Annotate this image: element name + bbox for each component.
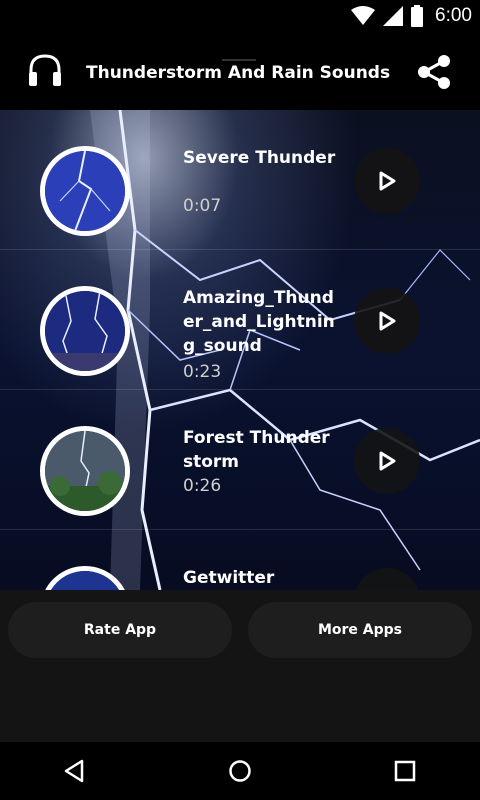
track-duration: 0:26: [183, 476, 222, 496]
home-icon[interactable]: [227, 758, 253, 784]
play-icon: [379, 451, 396, 471]
bottom-panel: Rate App More Apps: [0, 590, 480, 742]
track-thumbnail: [40, 286, 130, 376]
share-icon[interactable]: [414, 54, 454, 90]
recents-icon[interactable]: [392, 758, 418, 784]
status-icons: 6:00: [351, 4, 472, 28]
cellular-icon: [383, 6, 404, 26]
status-bar: 6:00: [0, 0, 480, 32]
play-button[interactable]: [354, 288, 420, 354]
track-list[interactable]: Severe Thunder 0:07 Amazing_Thunder_and_…: [0, 110, 480, 590]
status-time: 6:00: [435, 5, 472, 26]
drag-handle: [222, 59, 256, 61]
navigation-bar: [0, 742, 480, 800]
app-title: Thunderstorm And Rain Sounds: [86, 63, 391, 83]
play-icon: [379, 171, 396, 191]
more-apps-button[interactable]: More Apps: [248, 602, 472, 658]
battery-icon: [411, 5, 424, 27]
rate-app-button[interactable]: Rate App: [8, 602, 232, 658]
track-title: Severe Thunder: [183, 148, 336, 168]
play-button[interactable]: [354, 568, 420, 590]
list-item[interactable]: Getwitter: [0, 530, 480, 590]
list-item[interactable]: Amazing_Thunder_and_Lightning_sound 0:23: [0, 250, 480, 390]
track-thumbnail: [40, 566, 130, 590]
track-thumbnail: [40, 426, 130, 516]
app-bar: Thunderstorm And Rain Sounds: [0, 32, 480, 110]
back-icon[interactable]: [62, 758, 88, 784]
play-icon: [379, 311, 396, 331]
wifi-icon: [351, 6, 376, 25]
headphones-icon: [29, 54, 61, 86]
list-item[interactable]: Severe Thunder 0:07: [0, 110, 480, 250]
track-title: Getwitter: [183, 568, 275, 588]
track-title: Amazing_Thunder_and_Lightning_sound: [183, 288, 335, 356]
track-title: Forest Thunder storm: [183, 428, 330, 472]
list-item[interactable]: Forest Thunder storm 0:26: [0, 390, 480, 530]
play-button[interactable]: [354, 148, 420, 214]
track-thumbnail: [40, 146, 130, 236]
track-duration: 0:07: [183, 196, 222, 216]
track-duration: 0:23: [183, 362, 222, 382]
play-button[interactable]: [354, 428, 420, 494]
